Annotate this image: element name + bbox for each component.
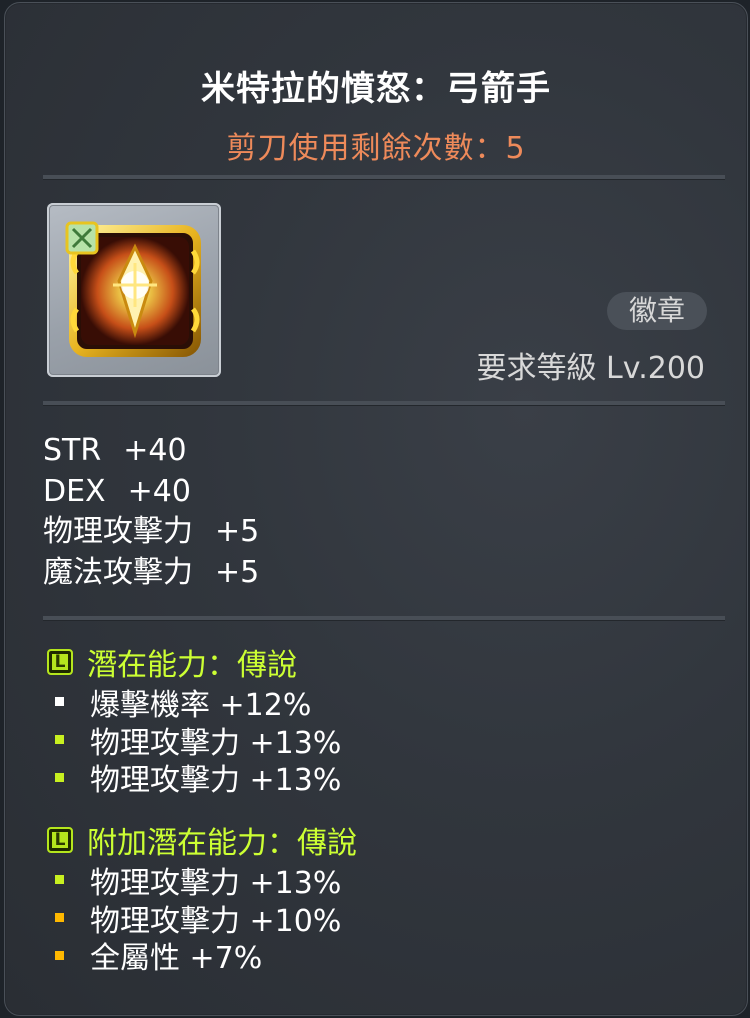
item-name: 米特拉的憤怒：弓箭手 xyxy=(201,69,551,109)
potential-title: 潛在能力：傳說 xyxy=(87,648,297,683)
item-tooltip: 米特拉的憤怒：弓箭手 剪刀使用剩餘次數：5 徽章 要求等級 Lv.200 STR… xyxy=(4,2,748,1016)
stat-label: 物理攻擊力 xyxy=(43,514,193,549)
stat-label: STR xyxy=(43,433,102,468)
legendary-grade-icon: L xyxy=(47,827,73,853)
stat-value: +40 xyxy=(127,473,191,509)
potential-line: 爆擊機率 +12% xyxy=(45,683,341,723)
divider xyxy=(43,616,725,621)
bullet-icon xyxy=(55,875,64,885)
category-tag: 徽章 xyxy=(606,292,707,330)
required-level: 要求等級 Lv.200 xyxy=(476,351,705,386)
bonus-potential-header: L 附加潛在能力：傳說 xyxy=(45,819,357,861)
bonus-potential-section: L 附加潛在能力：傳說 物理攻擊力 +13% 物理攻擊力 +10% 全屬性 +7… xyxy=(45,819,357,977)
stats-list: STR +40 DEX +40 物理攻擊力 +5 魔法攻擊力 +5 xyxy=(43,431,259,593)
stat-value: +40 xyxy=(123,433,187,468)
divider xyxy=(43,401,725,406)
potential-line: 物理攻擊力 +13% xyxy=(45,758,342,799)
stat-row: 魔法攻擊力 +5 xyxy=(43,553,259,594)
scissors-remaining: 剪刀使用剩餘次數：5 xyxy=(226,131,526,166)
bonus-potential-line: 物理攻擊力 +10% xyxy=(45,899,357,939)
mitra-rage-emblem-icon xyxy=(65,221,201,357)
bonus-potential-line: 物理攻擊力 +13% xyxy=(45,861,357,901)
bullet-icon xyxy=(55,735,64,745)
potential-section: L 潛在能力：傳說 爆擊機率 +12% 物理攻擊力 +13% 物理攻擊力 +13… xyxy=(45,641,342,799)
stat-row: DEX +40 xyxy=(43,472,259,513)
bullet-icon xyxy=(55,950,64,960)
stat-value: +5 xyxy=(215,514,260,549)
bullet-icon xyxy=(55,697,64,707)
bullet-icon xyxy=(55,913,64,923)
stat-row: STR +40 xyxy=(43,431,259,472)
potential-text: 物理攻擊力 +13% xyxy=(90,763,342,799)
stat-label: DEX xyxy=(43,473,106,509)
bullet-icon xyxy=(55,772,64,782)
stat-row: 物理攻擊力 +5 xyxy=(43,512,259,553)
divider xyxy=(43,175,725,180)
item-icon-frame xyxy=(47,203,221,377)
potential-header: L 潛在能力：傳說 xyxy=(45,641,341,683)
bonus-potential-title: 附加潛在能力：傳說 xyxy=(87,826,357,861)
potential-line: 物理攻擊力 +13% xyxy=(45,721,341,761)
legendary-grade-icon: L xyxy=(47,649,73,675)
bonus-potential-line: 全屬性 +7% xyxy=(45,936,357,977)
stat-value: +5 xyxy=(215,554,260,590)
stat-label: 魔法攻擊力 xyxy=(43,554,193,590)
bonus-potential-text: 全屬性 +7% xyxy=(90,941,263,977)
